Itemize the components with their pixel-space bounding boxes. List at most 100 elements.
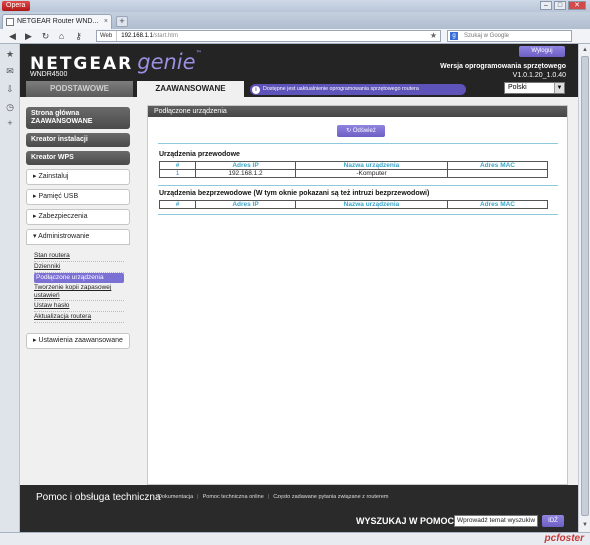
table-header-row: # Adres IP Nazwa urządzenia Adres MAC <box>159 161 548 170</box>
divider <box>158 214 558 215</box>
row-ip: 192.168.1.2 <box>195 169 296 178</box>
language-value: Polski <box>508 84 527 91</box>
new-tab-button[interactable]: + <box>116 16 128 27</box>
back-icon[interactable]: ◀ <box>7 31 18 42</box>
help-search-go-button[interactable]: IDŹ <box>542 515 564 527</box>
history-icon[interactable]: ◷ <box>5 102 15 112</box>
nav-advanced-settings[interactable]: ▸ Ustawienia zaawansowane <box>26 333 130 349</box>
opera-menu-button[interactable]: Opera <box>2 1 31 11</box>
administration-submenu: Stan routera Dzienniki Podłączone urządz… <box>26 245 130 327</box>
browser-tab[interactable]: NETGEAR Router WND... × <box>2 14 112 29</box>
nav-router-status[interactable]: Stan routera <box>34 251 124 262</box>
nav-attached-devices[interactable]: Podłączone urządzenia <box>34 273 124 283</box>
link-router-faq[interactable]: Często zadawane pytania związane z route… <box>271 494 390 500</box>
help-links: Dokumentacja | Pomoc techniczna online | Czę… <box>156 494 390 500</box>
col-number: # <box>159 161 196 170</box>
navigation-bar: ◀ ▶ ↻ ⌂ ⚷ Web 192.168.1.1/start.htm ★ g S… <box>0 29 590 44</box>
nav-backup-settings[interactable]: Tworzenie kopii zapasowej ustawień <box>34 283 124 301</box>
col-device-name: Nazwa urządzenia <box>295 161 448 170</box>
help-title: Pomoc i obsługa techniczna <box>36 492 161 503</box>
divider <box>158 143 558 144</box>
tab-title: NETGEAR Router WND... <box>17 18 99 25</box>
close-window-button[interactable]: ✕ <box>568 1 586 10</box>
firmware-update-banner[interactable]: i Dostępne jest uaktualnienie oprogramow… <box>250 84 466 95</box>
row-device-name: -Komputer <box>295 169 448 178</box>
bookmark-star-icon[interactable]: ★ <box>430 31 437 41</box>
nav-security[interactable]: ▸ Zabezpieczenia <box>26 209 130 225</box>
col-device-name: Nazwa urządzenia <box>295 200 448 209</box>
window-controls: – □ ✕ <box>540 1 586 10</box>
refresh-button[interactable]: ↻ Odśwież <box>337 125 385 137</box>
key-icon[interactable]: ⚷ <box>73 31 84 42</box>
firmware-version: Wersja oprogramowania sprzętowego V1.0.1… <box>440 62 566 80</box>
firmware-value: V1.0.1.20_1.0.40 <box>512 72 566 79</box>
router-body: Strona główna ZAAWANSOWANE Kreator insta… <box>20 97 578 485</box>
wired-devices-title: Urządzenia przewodowe <box>159 151 240 158</box>
router-model: WNDR4500 <box>30 71 68 78</box>
browser-search-box[interactable]: g Szukaj w Google <box>447 30 572 42</box>
logout-button[interactable]: Wyloguj <box>519 46 565 57</box>
reload-icon[interactable]: ↻ <box>40 31 51 42</box>
window-titlebar: Opera – □ ✕ <box>0 0 590 12</box>
close-tab-icon[interactable]: × <box>104 15 108 28</box>
link-documentation[interactable]: Dokumentacja <box>156 494 195 500</box>
info-icon: i <box>252 85 260 94</box>
col-mac: Adres MAC <box>447 200 548 209</box>
nav-set-password[interactable]: Ustaw hasło <box>34 301 124 312</box>
col-number: # <box>159 200 196 209</box>
help-search-label: WYSZUKAJ W POMOCY <box>356 516 461 526</box>
search-placeholder: Szukaj w Google <box>464 33 510 39</box>
bookmarks-icon[interactable]: ★ <box>5 49 15 59</box>
add-panel-icon[interactable]: + <box>5 118 15 128</box>
content-title: Podłączone urządzenia <box>148 106 567 117</box>
minimize-button[interactable]: – <box>540 1 552 10</box>
left-navigation: Strona główna ZAAWANSOWANE Kreator insta… <box>26 107 130 353</box>
page-scrollbar[interactable]: ▲ ▼ <box>578 44 590 532</box>
downloads-icon[interactable]: ⇩ <box>5 84 15 94</box>
update-notice-text: Dostępne jest uaktualnienie oprogramowan… <box>263 86 419 92</box>
nav-wps-wizard[interactable]: Kreator WPS <box>26 151 130 165</box>
nav-usb-storage[interactable]: ▸ Pamięć USB <box>26 189 130 205</box>
wired-devices-table: # Adres IP Nazwa urządzenia Adres MAC 1 … <box>159 161 548 178</box>
help-footer: Pomoc i obsługa techniczna Dokumentacja |… <box>20 485 578 532</box>
watermark-logo: pcfoster <box>544 533 584 544</box>
language-select[interactable]: Polski ▼ <box>504 82 565 94</box>
tab-basic[interactable]: PODSTAWOWE <box>26 81 133 97</box>
scroll-thumb[interactable] <box>581 56 589 516</box>
wireless-devices-table: # Adres IP Nazwa urządzenia Adres MAC <box>159 200 548 209</box>
wireless-devices-title: Urządzenia bezprzewodowe (W tym oknie po… <box>159 190 430 197</box>
page-favicon-icon <box>6 18 14 26</box>
nav-logs[interactable]: Dzienniki <box>34 262 124 273</box>
tab-advanced[interactable]: ZAAWANSOWANE <box>137 81 244 97</box>
nav-router-update[interactable]: Aktualizacja routera <box>34 312 124 323</box>
divider <box>158 185 558 186</box>
address-host: 192.168.1.1 <box>121 33 153 39</box>
nav-setup[interactable]: ▸ Zainstaluj <box>26 169 130 185</box>
table-header-row: # Adres IP Nazwa urządzenia Adres MAC <box>159 200 548 209</box>
maximize-button[interactable]: □ <box>554 1 566 10</box>
router-page: NETGEAR genie™ WNDR4500 Wyloguj Wersja op… <box>20 44 578 532</box>
address-path: /start.htm <box>152 33 178 39</box>
content-panel: Podłączone urządzenia ↻ Odśwież Urządzen… <box>147 105 568 485</box>
tab-bar: NETGEAR Router WND... × + <box>0 12 590 29</box>
router-tabs: PODSTAWOWE ZAAWANSOWANE i Dostępne jest … <box>20 81 578 97</box>
home-icon[interactable]: ⌂ <box>56 31 67 42</box>
nav-administration[interactable]: ▾ Administrowanie <box>26 229 130 245</box>
scroll-up-icon[interactable]: ▲ <box>580 45 590 55</box>
scroll-down-icon[interactable]: ▼ <box>580 520 590 530</box>
google-icon: g <box>450 32 458 40</box>
table-row: 1 192.168.1.2 -Komputer <box>159 169 548 178</box>
firmware-label: Wersja oprogramowania sprzętowego <box>440 63 566 70</box>
nav-advanced-home[interactable]: Strona główna ZAAWANSOWANE <box>26 107 130 129</box>
forward-icon[interactable]: ▶ <box>23 31 34 42</box>
col-ip: Adres IP <box>195 200 296 209</box>
address-bar[interactable]: Web 192.168.1.1/start.htm ★ <box>96 30 441 42</box>
col-mac: Adres MAC <box>447 161 548 170</box>
link-online-support[interactable]: Pomoc techniczna online <box>201 494 266 500</box>
row-number: 1 <box>159 169 196 178</box>
mail-icon[interactable]: ✉ <box>5 66 15 76</box>
help-search-input[interactable]: Wprowadź temat wyszukiw <box>454 515 538 527</box>
nav-setup-wizard[interactable]: Kreator instalacji <box>26 133 130 147</box>
row-mac <box>447 169 548 178</box>
browser-status-bar: pcfoster <box>0 532 590 545</box>
